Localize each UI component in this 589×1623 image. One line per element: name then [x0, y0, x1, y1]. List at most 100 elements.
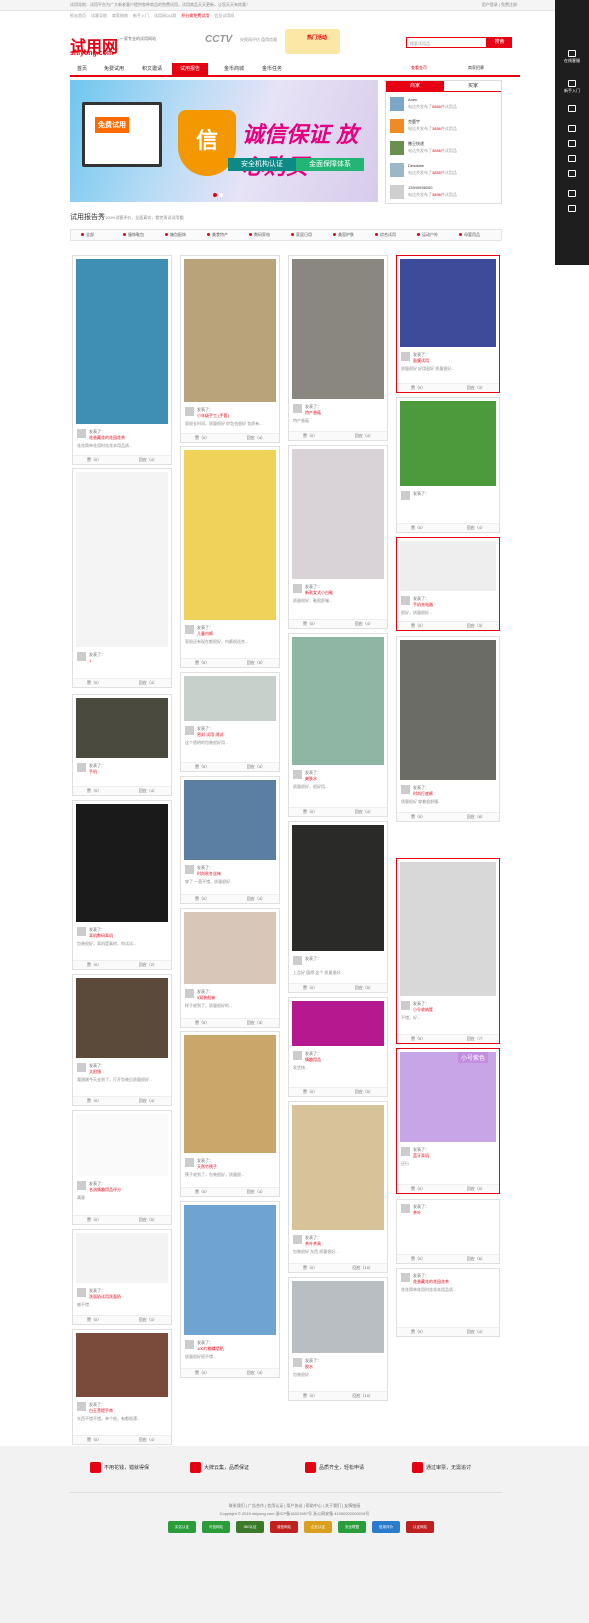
like-button[interactable]: 赞（0） — [411, 525, 425, 531]
toolbar-item[interactable] — [555, 205, 589, 213]
user-avatar[interactable] — [401, 1147, 410, 1156]
report-card[interactable]: 发表了： 洗面奶试用洗面奶 感不错 赞（0） 回应（0） — [72, 1229, 172, 1325]
comment-button[interactable]: 回应（4） — [247, 1189, 265, 1195]
report-photo[interactable] — [400, 1052, 496, 1142]
report-card[interactable]: 发表了： 100片蝴蝶墙贴 质量很好很不错... 赞（0） 回应（4） — [180, 1201, 280, 1378]
toolbar-item[interactable]: 新手入门 — [555, 80, 589, 94]
report-photo[interactable] — [76, 978, 168, 1058]
report-title[interactable]: 白玉菩提手串 — [89, 1408, 169, 1414]
comment-button[interactable]: 回应（2） — [139, 962, 157, 968]
report-card[interactable]: 发表了： 密封 试用 测试 这个透明的包装很好用... 赞（0） 回应（4） — [180, 672, 280, 772]
trust-badge[interactable]: 实名认证 — [168, 1521, 196, 1533]
report-card[interactable]: 发表了： 耳机数码耳机 包装很好，耳机是真的，你试试... 赞（0） 回应（2） — [72, 800, 172, 970]
like-button[interactable]: 赞（0） — [411, 623, 425, 629]
report-card[interactable]: 发表了： 天然竹筷子 筷子收到了，包装很好，质量很... 赞（0） 回应（4） — [180, 1031, 280, 1197]
toolbar-item[interactable] — [555, 140, 589, 148]
nav-item[interactable]: 金币任务 — [254, 63, 290, 75]
report-title[interactable]: 耳机数码耳机 — [89, 933, 169, 939]
category-tab[interactable]: 综合试用 — [375, 230, 396, 240]
report-photo[interactable] — [400, 862, 496, 996]
comment-button[interactable]: 回应（4） — [139, 457, 157, 463]
carousel-dot[interactable] — [219, 193, 223, 197]
report-photo[interactable] — [76, 259, 168, 424]
like-button[interactable]: 赞（0） — [411, 1256, 425, 1262]
comment-button[interactable]: 回应（7） — [467, 1036, 485, 1042]
comment-button[interactable]: 回应（5） — [247, 660, 265, 666]
report-photo[interactable] — [184, 780, 276, 860]
like-button[interactable]: 赞（0） — [411, 1186, 425, 1192]
user-avatar[interactable] — [185, 865, 194, 874]
like-button[interactable]: 赞（0） — [411, 814, 425, 820]
like-button[interactable]: 赞（0） — [303, 1393, 317, 1399]
trust-badge[interactable]: 诚信网站 — [270, 1521, 298, 1533]
like-button[interactable]: 赞（0） — [195, 1189, 209, 1195]
nav-right-merchant[interactable]: 商家招募 — [468, 65, 484, 71]
report-card[interactable]: 发表了： 新款女式小白鞋 质量很好，鞋很舒服... 赞（0） 回应（4） — [288, 445, 388, 629]
report-card[interactable]: 发表了： 爽肤水 质量很好，很好用... 赞（0） 回应（4） — [288, 633, 388, 817]
quick-link[interactable]: 商家指南 — [112, 13, 128, 18]
category-tab[interactable]: 运动户外 — [417, 230, 438, 240]
user-avatar[interactable] — [293, 1051, 302, 1060]
comment-button[interactable]: 回应（4） — [355, 809, 373, 815]
report-title[interactable]: 1 — [89, 658, 169, 663]
comment-button[interactable]: 回应（4） — [247, 764, 265, 770]
ranking-row[interactable]: 13940936000 电达共发布了3896件试用品 — [390, 183, 500, 203]
footer-links[interactable]: 联系我们 | 广告合作 | 信用认证 | 用户协议 | 帮助中心 | 关于我们 … — [0, 1503, 589, 1509]
report-title[interactable]: 茶叶 — [413, 1210, 497, 1216]
report-card[interactable]: 发表了： 面膜试用 质量很好 好用很好 质量很好... 赞（0） 回应（3） — [396, 255, 500, 393]
comment-button[interactable]: 回应（4） — [467, 525, 485, 531]
trust-badge[interactable]: 认证网站 — [406, 1521, 434, 1533]
tab-merchant[interactable]: 商家 — [386, 81, 444, 92]
report-photo[interactable] — [292, 637, 384, 765]
toolbar-item[interactable] — [555, 125, 589, 133]
user-avatar[interactable] — [185, 1158, 194, 1167]
nav-item[interactable]: 免费试用 — [96, 63, 132, 75]
comment-button[interactable]: 回应（4） — [247, 1370, 265, 1376]
report-card[interactable]: 发表了： 特产香菇 特产香菇 赞（0） 回应（4） — [288, 255, 388, 441]
report-card[interactable]: 发表了： 儿童内裤 家很还有现在都很好，内裤很适合... 赞（0） 回应（5） — [180, 446, 280, 668]
report-title[interactable]: 面膜试用 — [413, 358, 497, 364]
user-avatar[interactable] — [77, 1063, 86, 1072]
report-card[interactable]: 发表了： 小号收纳筐 不错，好... 赞（0） 回应（7） — [396, 858, 500, 1044]
user-avatar[interactable] — [401, 1204, 410, 1213]
toolbar-item[interactable]: 在线客服 — [555, 50, 589, 64]
comment-button[interactable]: 回应（10） — [353, 1393, 373, 1399]
category-tab[interactable]: 箱包配饰 — [165, 230, 186, 240]
comment-button[interactable]: 回应（10） — [353, 1265, 373, 1271]
toolbar-item[interactable] — [555, 155, 589, 163]
quick-link[interactable]: 试用网QQ群 — [154, 13, 176, 18]
report-title[interactable]: 太阳镜 — [89, 1069, 169, 1075]
promo-badge[interactable]: 热门活动 — [285, 29, 340, 54]
tab-buyer[interactable]: 买家 — [444, 81, 502, 92]
like-button[interactable]: 赞（0） — [87, 1437, 101, 1443]
report-title[interactable]: 100片蝴蝶墙贴 — [197, 1346, 277, 1352]
like-button[interactable]: 赞（0） — [411, 1036, 425, 1042]
report-card[interactable]: 发表了： 太阳镜 我刚刚今天去到了，打开包装后质量很好... 赞（0） 回应（4） — [72, 974, 172, 1106]
report-photo[interactable] — [400, 640, 496, 780]
category-tab[interactable]: 美容护肤 — [333, 230, 354, 240]
report-photo[interactable] — [292, 1001, 384, 1046]
like-button[interactable]: 赞（0） — [411, 385, 425, 391]
carousel-dot[interactable] — [213, 193, 217, 197]
like-button[interactable]: 赞（0） — [87, 962, 101, 968]
quick-link[interactable]: 积分换免费试用 — [181, 13, 209, 18]
comment-button[interactable]: 回应（4） — [355, 433, 373, 439]
report-photo[interactable] — [292, 825, 384, 951]
report-photo[interactable] — [76, 1333, 168, 1397]
report-card[interactable]: 发表了： 花香藏花的花园花茶 花花简单花用时花花本用品质... 赞（0） 回应（4） — [396, 1268, 500, 1337]
report-title[interactable]: 手机 — [89, 769, 169, 775]
like-button[interactable]: 赞（0） — [195, 896, 209, 902]
report-title[interactable]: 茶叶茶具 — [305, 1241, 385, 1247]
like-button[interactable]: 赞（0） — [87, 788, 101, 794]
report-card[interactable]: 发表了： 蓝牙耳机 还行 赞（0） 回应（0） — [396, 1048, 500, 1194]
report-photo[interactable] — [292, 259, 384, 399]
report-title[interactable]: 蓝牙耳机 — [413, 1153, 497, 1159]
user-avatar[interactable] — [293, 404, 302, 413]
like-button[interactable]: 赞（0） — [87, 457, 101, 463]
like-button[interactable]: 赞（0） — [87, 1317, 101, 1323]
ranking-row[interactable]: Aoen 电达共发布了5865件试用品 — [390, 95, 500, 115]
category-tab[interactable]: 服饰鞋包 — [123, 230, 144, 240]
report-title[interactable]: 时尚秋冬丝袜 — [197, 871, 277, 877]
report-title[interactable]: 洗面奶试用洗面奶 — [89, 1294, 169, 1300]
report-title[interactable]: 情趣用品 — [305, 1057, 385, 1063]
